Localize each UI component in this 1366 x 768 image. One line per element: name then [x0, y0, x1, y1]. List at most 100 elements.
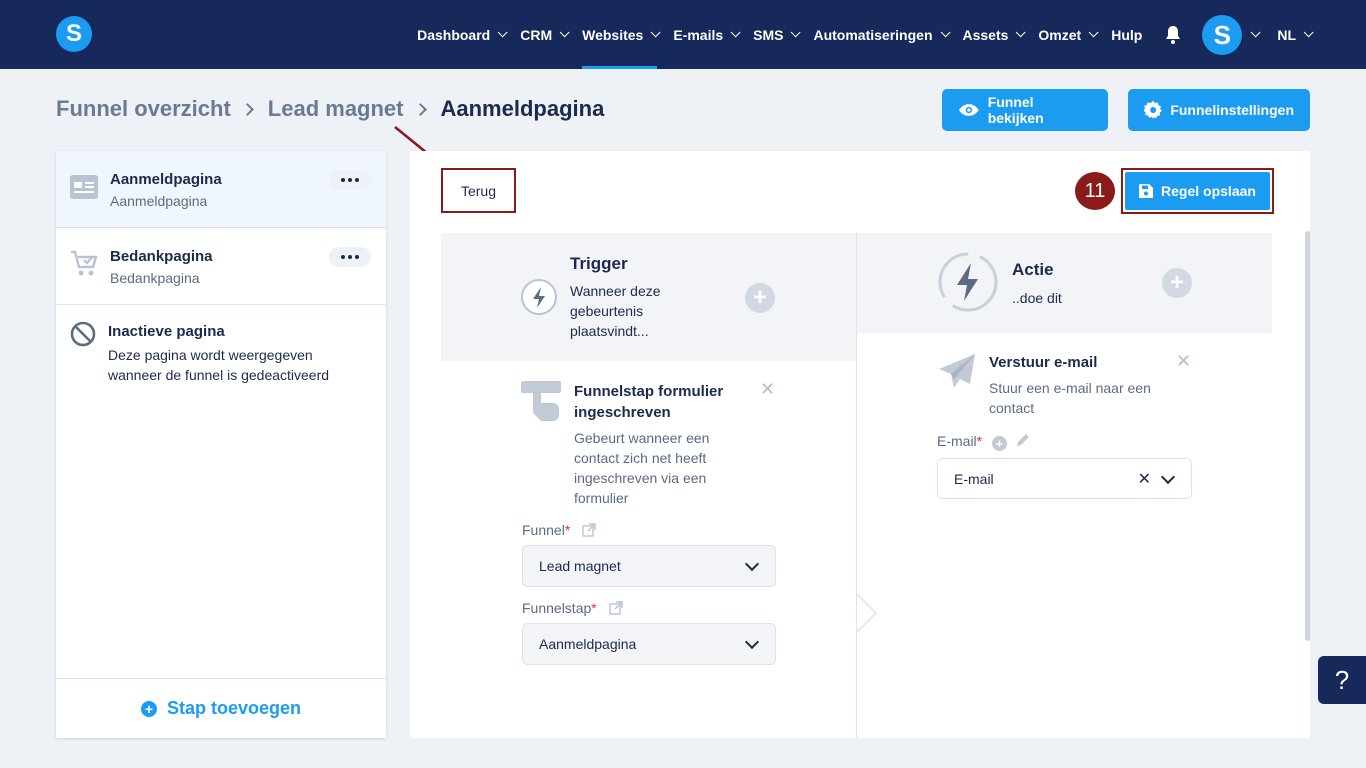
nav-label: Omzet: [1038, 26, 1082, 43]
close-icon[interactable]: ✕: [1176, 351, 1191, 372]
nav-label: Hulp: [1111, 26, 1143, 43]
nav-item-dashboard[interactable]: Dashboard: [417, 0, 508, 69]
nav-label: E-mails: [673, 26, 724, 43]
hand-pointer-icon: [521, 381, 561, 428]
funnel-field-label: Funnel*: [522, 522, 596, 538]
inactive-page-item[interactable]: Inactieve pagina Deze pagina wordt weerg…: [56, 305, 386, 405]
chevron-down-icon[interactable]: [1250, 27, 1261, 38]
action-card-title: Verstuur e-mail: [989, 354, 1098, 371]
nav-item-crm[interactable]: CRM: [520, 0, 570, 69]
step-number-badge: 11: [1075, 172, 1115, 210]
chevron-right-icon: [413, 102, 427, 116]
logo[interactable]: S: [56, 16, 92, 52]
nav-label: Websites: [582, 26, 644, 43]
step-item-aanmeldpagina[interactable]: Aanmeldpagina Aanmeldpagina: [56, 151, 386, 228]
chevron-down-icon: [1016, 27, 1026, 38]
trigger-title: Trigger: [570, 254, 628, 273]
external-link-icon[interactable]: [608, 601, 623, 615]
email-select[interactable]: E-mail ✕: [937, 458, 1192, 499]
bell-icon[interactable]: [1164, 25, 1182, 45]
nav-label: Dashboard: [417, 26, 491, 43]
eye-icon: [958, 104, 979, 116]
funnel-select-value: Lead magnet: [539, 558, 621, 574]
plus-circle-icon[interactable]: +: [992, 436, 1008, 451]
funnel-settings-button[interactable]: Funnelinstellingen: [1128, 89, 1310, 131]
add-trigger-icon[interactable]: +: [745, 283, 775, 313]
action-desc: ..doe dit: [1012, 290, 1062, 306]
step-item-bedankpagina[interactable]: Bedankpagina Bedankpagina: [56, 228, 386, 305]
trigger-card-title: Funnelstap formulier ingeschreven: [574, 383, 724, 421]
lightning-icon: [520, 278, 558, 321]
funnelstep-select[interactable]: Aanmeldpagina: [522, 623, 776, 665]
nav-label: CRM: [520, 26, 553, 43]
view-funnel-button[interactable]: Funnel bekijken: [942, 89, 1108, 131]
email-field-label: E-mail* +: [937, 432, 1031, 451]
chevron-down-icon: [559, 27, 570, 38]
funnel-steps-panel: Aanmeldpagina Aanmeldpagina Bedankpagina…: [56, 151, 386, 738]
scrollbar[interactable]: [1305, 231, 1310, 641]
breadcrumb-funnel-overview[interactable]: Funnel overzicht: [56, 96, 231, 122]
funnel-select[interactable]: Lead magnet: [522, 545, 776, 587]
nav-label: Assets: [962, 26, 1009, 43]
plus-circle-icon: +: [140, 700, 157, 717]
breadcrumb: Funnel overzicht Lead magnet Aanmeldpagi…: [56, 96, 604, 122]
trigger-header: Trigger Wanneer deze gebeurtenis plaatsv…: [441, 233, 856, 361]
nav-item-omzet[interactable]: Omzet: [1038, 0, 1099, 69]
pencil-icon[interactable]: [1015, 432, 1031, 448]
funnelstep-field-label: Funnelstap*: [522, 600, 623, 616]
funnel-settings-label: Funnelinstellingen: [1170, 102, 1294, 118]
save-rule-button[interactable]: Regel opslaan: [1125, 172, 1270, 210]
chevron-down-icon: [940, 27, 951, 38]
avatar[interactable]: S: [1202, 14, 1243, 55]
chevron-down-icon: [744, 634, 760, 650]
add-step-label: Stap toevoegen: [166, 698, 302, 718]
nav-item-emails[interactable]: E-mails: [673, 0, 741, 69]
chevron-down-icon: [791, 27, 802, 38]
chevron-down-icon: [744, 556, 760, 572]
external-link-icon[interactable]: [582, 523, 596, 537]
language-label: NL: [1277, 26, 1296, 43]
save-rule-highlight: Regel opslaan: [1121, 168, 1274, 214]
column-divider: [856, 233, 857, 738]
rule-editor: Terug 11 Regel opslaan Trigger Wanneer d…: [410, 151, 1310, 738]
chevron-down-icon: [497, 27, 508, 38]
floppy-disk-icon: [1139, 184, 1154, 198]
top-nav: S Dashboard CRM Websites E-mails SMS Aut…: [0, 0, 1366, 69]
page-icon: [70, 175, 98, 204]
nav-item-hulp[interactable]: Hulp: [1111, 0, 1142, 69]
save-rule-label: Regel opslaan: [1161, 183, 1256, 199]
add-step-button[interactable]: + Stap toevoegen: [56, 678, 386, 738]
view-funnel-label: Funnel bekijken: [987, 94, 1044, 126]
more-options-icon[interactable]: [329, 170, 371, 190]
nav-label: Automatiseringen: [813, 26, 933, 43]
chevron-down-icon: [1303, 27, 1314, 38]
chevron-down-icon: [730, 27, 741, 38]
page-title: Aanmeldpagina: [440, 96, 605, 121]
gear-icon: [1144, 100, 1162, 120]
nav-label: SMS: [753, 26, 784, 43]
help-button[interactable]: ?: [1318, 656, 1366, 704]
clear-icon[interactable]: ✕: [1138, 469, 1151, 489]
trigger-card-desc: Gebeurt wanneer een contact zich net hee…: [574, 430, 710, 506]
more-options-icon[interactable]: [329, 247, 371, 267]
blocked-icon: [70, 321, 96, 352]
inactive-desc: Deze pagina wordt weergegeven wanneer de…: [108, 347, 330, 383]
nav-item-sms[interactable]: SMS: [753, 0, 802, 69]
step-subtitle: Aanmeldpagina: [110, 193, 208, 209]
chevron-down-icon: [1160, 469, 1176, 485]
lightning-refresh-icon: [937, 251, 999, 318]
language-select[interactable]: NL: [1277, 0, 1314, 69]
back-button[interactable]: Terug: [441, 168, 516, 213]
action-header: Actie ..doe dit +: [857, 233, 1272, 333]
paper-plane-icon: [938, 353, 976, 394]
add-action-icon[interactable]: +: [1162, 268, 1192, 298]
email-select-value: E-mail: [954, 470, 994, 487]
inactive-title: Inactieve pagina: [108, 323, 225, 340]
breadcrumb-lead-magnet[interactable]: Lead magnet: [268, 96, 404, 122]
trigger-desc: Wanneer deze gebeurtenis plaatsvindt...: [570, 283, 661, 339]
nav-item-automatiseringen[interactable]: Automatiseringen: [813, 0, 951, 69]
nav-item-assets[interactable]: Assets: [962, 0, 1026, 69]
close-icon[interactable]: ✕: [760, 379, 775, 400]
chevron-right-icon: [240, 102, 254, 116]
nav-item-websites[interactable]: Websites: [582, 0, 661, 69]
